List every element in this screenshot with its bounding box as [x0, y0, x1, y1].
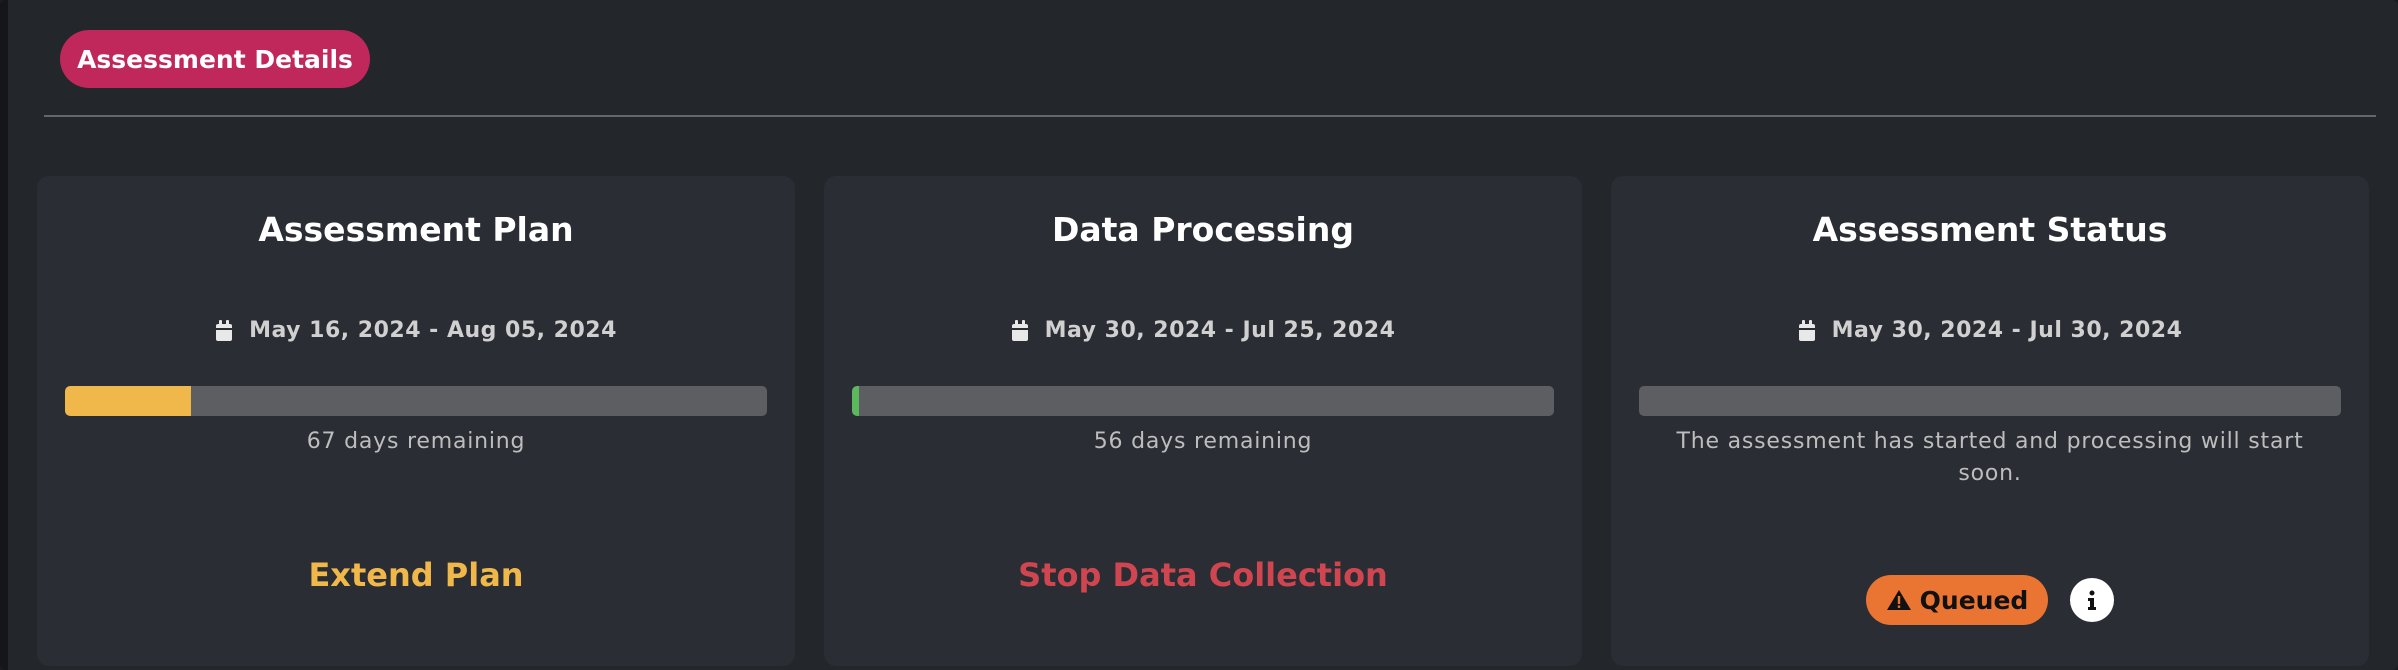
card-title: Assessment Plan	[258, 210, 574, 249]
days-remaining-text: 56 days remaining	[1093, 429, 1313, 454]
data-processing-card: Data Processing May 30, 2024 - Jul 25, 2…	[824, 176, 1582, 666]
date-range-text: May 30, 2024 - Jul 30, 2024	[1831, 318, 2183, 343]
assessment-details-tab[interactable]: Assessment Details	[60, 30, 370, 88]
card-title: Assessment Status	[1812, 210, 2168, 249]
status-row: Queued	[1611, 575, 2369, 625]
progress-bar-fill	[65, 386, 192, 416]
progress-bar-fill	[852, 386, 860, 416]
queued-status-badge: Queued	[1866, 575, 2048, 625]
assessment-details-panel: Assessment Details Assessment Plan May 1…	[0, 0, 2398, 670]
calendar-icon	[1011, 319, 1029, 342]
assessment-status-card: Assessment Status May 30, 2024 - Jul 30,…	[1611, 176, 2369, 666]
header-divider	[44, 115, 2376, 117]
card-title: Data Processing	[1052, 210, 1354, 249]
date-range-text: May 30, 2024 - Jul 25, 2024	[1044, 318, 1396, 343]
progress-bar	[852, 386, 1554, 416]
days-remaining-text: 67 days remaining	[306, 429, 526, 454]
assessment-plan-card: Assessment Plan May 16, 2024 - Aug 05, 2…	[37, 176, 795, 666]
warning-icon	[1886, 590, 1911, 610]
status-message: The assessment has started and processin…	[1676, 429, 2304, 486]
info-icon[interactable]	[2070, 578, 2114, 622]
date-range-text: May 16, 2024 - Aug 05, 2024	[249, 318, 617, 343]
date-range-row: May 30, 2024 - Jul 25, 2024	[824, 318, 1582, 343]
extend-plan-button[interactable]: Extend Plan	[37, 556, 795, 594]
progress-bar	[1639, 386, 2341, 416]
calendar-icon	[1798, 319, 1816, 342]
status-badge-label: Queued	[1919, 585, 2029, 615]
progress-bar	[65, 386, 767, 416]
date-range-row: May 30, 2024 - Jul 30, 2024	[1611, 318, 2369, 343]
stop-data-collection-button[interactable]: Stop Data Collection	[824, 556, 1582, 594]
date-range-row: May 16, 2024 - Aug 05, 2024	[37, 318, 795, 343]
calendar-icon	[215, 319, 233, 342]
